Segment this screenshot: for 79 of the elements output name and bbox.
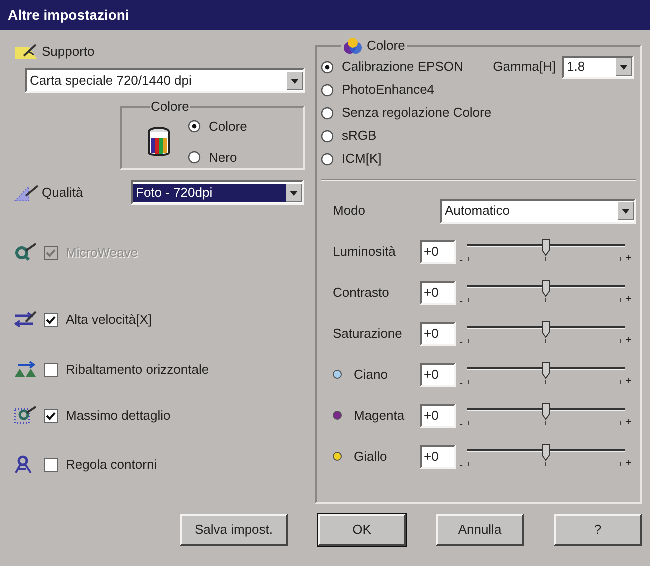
caret-icon — [287, 72, 303, 90]
field-label: Gamma[H] — [493, 58, 556, 76]
minus-mark: - — [460, 460, 463, 470]
slider-label: Contrasto — [333, 284, 390, 302]
dropdown[interactable]: Automatico — [440, 198, 636, 224]
slider-label: Saturazione — [333, 324, 402, 343]
grid-pen-icon — [14, 184, 40, 202]
group-title: Colore — [367, 37, 406, 55]
radio-button[interactable] — [321, 130, 334, 142]
checkbox-label[interactable]: Alta velocità[X] — [66, 310, 152, 330]
plus-mark: + — [626, 416, 632, 428]
field-label: Supporto — [42, 43, 95, 62]
slider-thumb[interactable] — [542, 238, 550, 256]
minus-mark: - — [460, 336, 463, 346]
plus-mark: + — [626, 294, 632, 306]
caret-icon — [616, 58, 632, 76]
checkbox[interactable] — [44, 363, 58, 377]
checkbox-label[interactable]: Ribaltamento orizzontale — [66, 360, 210, 380]
dialog-button[interactable]: Salva impost. — [180, 514, 288, 546]
plus-mark: + — [626, 334, 632, 346]
radio-label[interactable]: Calibrazione EPSON — [342, 57, 464, 77]
slider-thumb[interactable] — [542, 362, 550, 378]
field-label: Qualità — [42, 184, 84, 202]
option-icon — [14, 406, 38, 426]
dropdown[interactable]: Foto - 720dpi — [131, 180, 304, 205]
checkbox-label[interactable]: Massimo dettaglio — [66, 406, 171, 426]
slider-thumb[interactable] — [542, 320, 550, 338]
value-field[interactable]: +0 — [420, 322, 456, 346]
option-icon — [14, 310, 38, 330]
slider-label: Ciano — [354, 366, 388, 384]
minus-mark: - — [460, 378, 463, 388]
radio-button[interactable] — [188, 120, 201, 133]
radio-label[interactable]: Senza regolazione Colore — [342, 103, 492, 123]
paper-pen-icon — [14, 43, 40, 61]
paint-can-icon — [146, 126, 172, 158]
caret-icon — [618, 202, 634, 220]
slider-label: Giallo — [354, 448, 388, 466]
radio-label[interactable]: sRGB — [342, 126, 377, 146]
radio-label[interactable]: Nero — [209, 148, 238, 168]
window-title: Altre impostazioni — [8, 6, 130, 25]
value-field[interactable]: +0 — [420, 362, 456, 386]
slider-label: Magenta — [354, 406, 405, 425]
value-field[interactable]: +0 — [420, 240, 456, 264]
plus-mark: + — [626, 376, 632, 388]
plus-mark: + — [626, 458, 632, 470]
dialog-button[interactable]: OK — [318, 514, 406, 546]
radio-label[interactable]: PhotoEnhance4 — [342, 80, 435, 100]
checkbox[interactable] — [44, 313, 58, 327]
dialog-button[interactable]: Annulla — [436, 514, 524, 546]
slider-thumb[interactable] — [542, 402, 550, 420]
value-field[interactable]: +0 — [420, 280, 456, 304]
color-circles-icon — [343, 36, 363, 55]
slider-label: Luminosità — [333, 242, 396, 261]
option-icon — [14, 243, 38, 263]
radio-button[interactable] — [321, 60, 334, 74]
radio-button[interactable] — [321, 106, 334, 120]
plus-mark: + — [626, 252, 632, 264]
value-field[interactable]: +0 — [420, 404, 456, 428]
dropdown[interactable]: 1.8 — [562, 56, 634, 78]
radio-button[interactable] — [321, 152, 334, 166]
slider-thumb[interactable] — [542, 280, 550, 296]
checkbox-label[interactable]: Regola contorni — [66, 455, 158, 475]
radio-label[interactable]: ICM[K] — [342, 149, 382, 169]
group-title: Colore — [150, 98, 190, 116]
minus-mark: - — [460, 296, 463, 306]
dropdown[interactable]: Carta speciale 720/1440 dpi — [25, 68, 305, 93]
checkbox[interactable] — [44, 409, 58, 423]
option-icon — [14, 360, 38, 380]
minus-mark: - — [460, 254, 463, 264]
radio-button[interactable] — [188, 151, 201, 164]
field-label: Modo — [333, 202, 367, 220]
slider-thumb[interactable] — [542, 444, 550, 460]
value-field[interactable]: +0 — [420, 444, 456, 468]
radio-label[interactable]: Colore — [209, 116, 248, 136]
dialog-button[interactable]: ? — [554, 514, 642, 546]
caret-icon — [286, 184, 302, 202]
radio-button[interactable] — [321, 84, 334, 96]
minus-mark: - — [460, 418, 463, 428]
checkbox[interactable] — [44, 458, 58, 472]
